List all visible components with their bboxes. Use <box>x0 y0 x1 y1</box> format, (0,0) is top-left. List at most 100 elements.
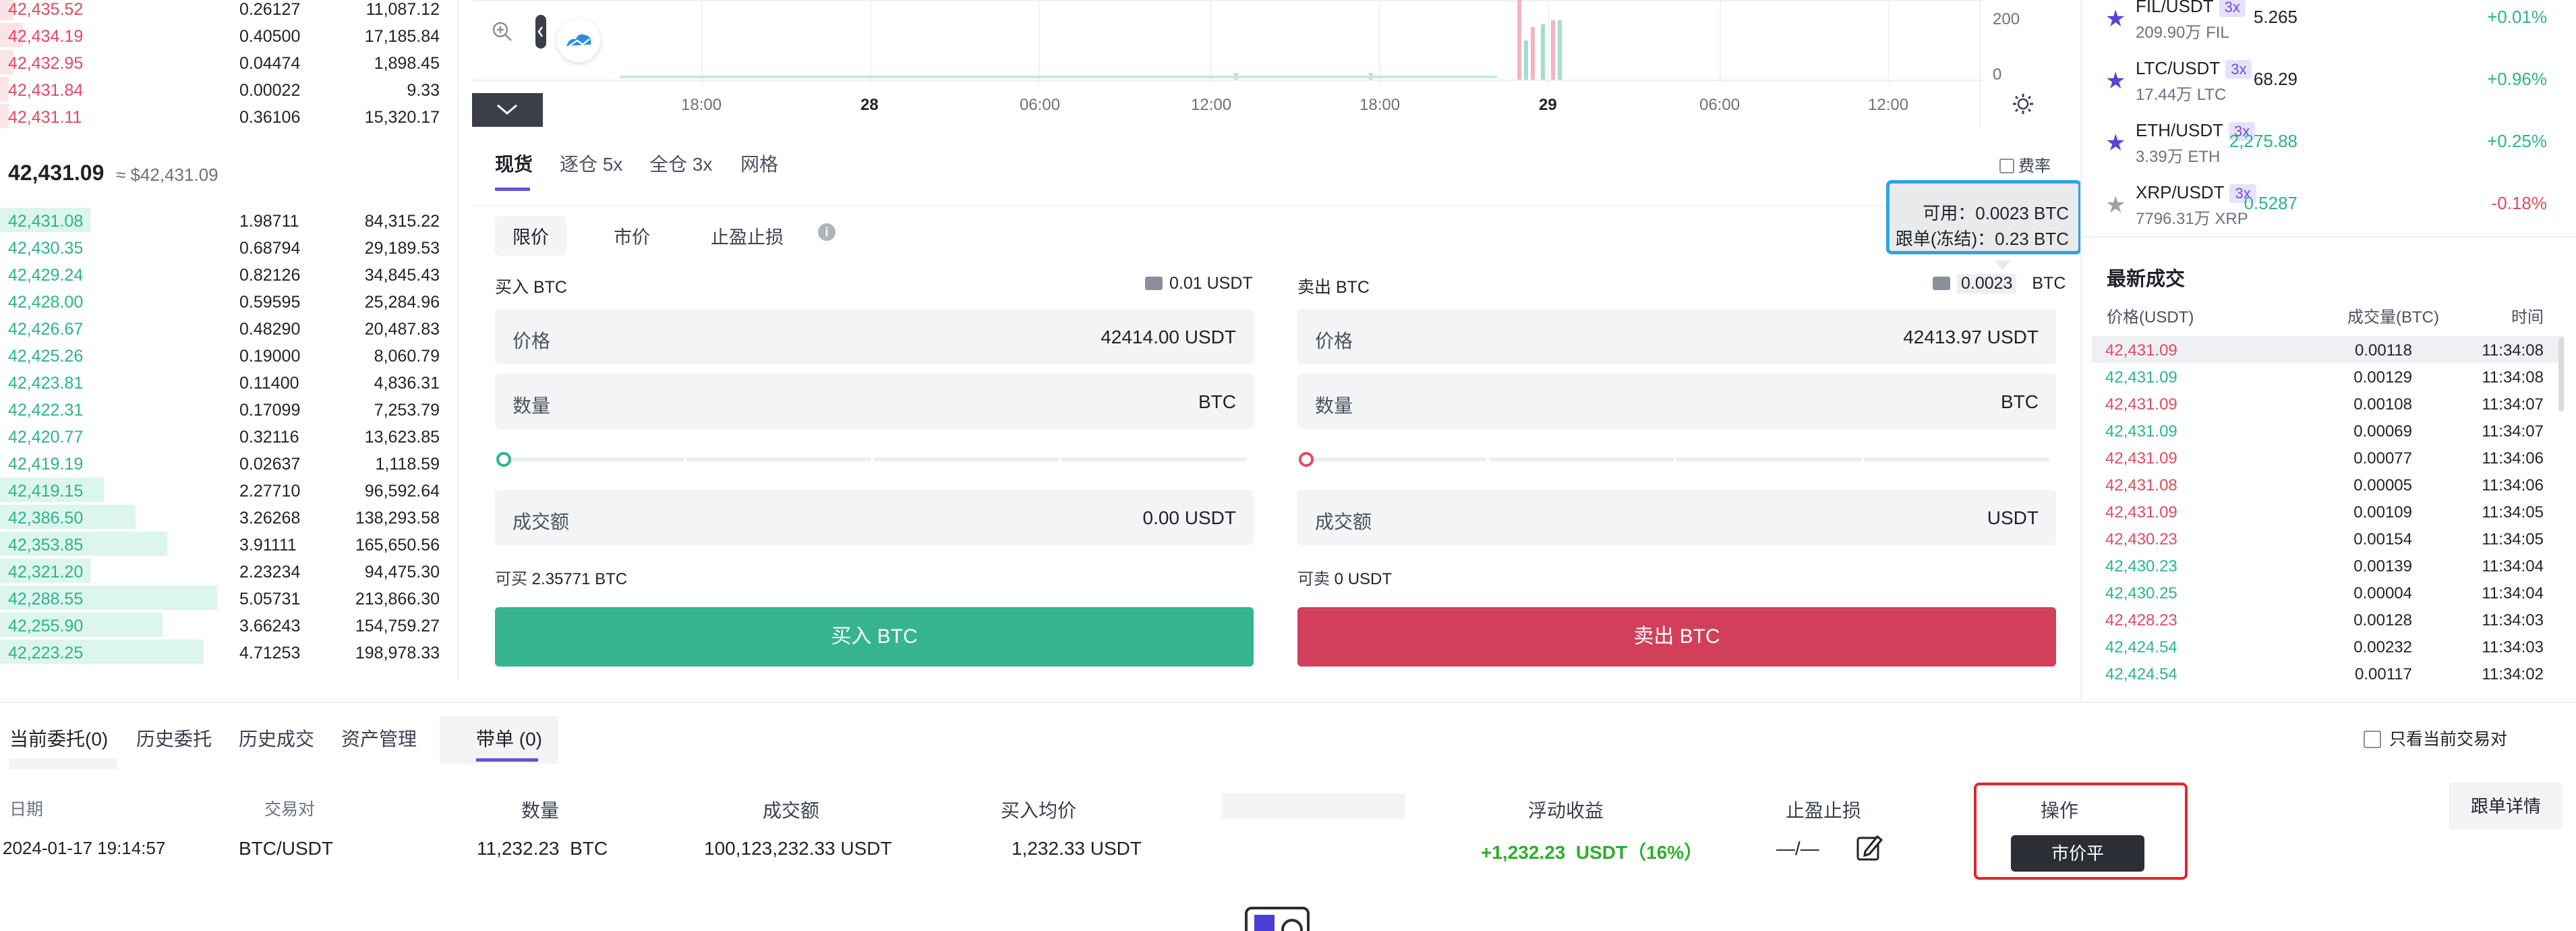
buy-qty-unit: BTC <box>1198 391 1236 412</box>
app-logo-icon <box>1245 907 1312 931</box>
x-tick: 06:00 <box>1699 96 1740 114</box>
order-type-limit[interactable]: 限价 <box>495 216 566 256</box>
collapse-handle-icon[interactable] <box>535 15 546 49</box>
only-current-pair-filter[interactable]: 只看当前交易对 <box>2364 726 2507 750</box>
sell-price-field[interactable]: 价格 42413.97 USDT <box>1297 309 2056 364</box>
tab-asset-management[interactable]: 资产管理 <box>341 725 417 752</box>
settings-icon[interactable] <box>2011 92 2035 116</box>
bid-row[interactable]: 42,423.81 0.11400 4,836.31 <box>0 368 452 395</box>
star-icon[interactable]: ★ <box>2105 192 2126 219</box>
bid-row[interactable]: 42,425.26 0.19000 8,060.79 <box>0 341 452 368</box>
sell-price-input[interactable]: 42413.97 <box>1903 327 1982 348</box>
tab-order-history[interactable]: 历史委托 <box>136 725 212 752</box>
market-close-button[interactable]: 市价平 <box>2011 835 2144 872</box>
bid-row[interactable]: 42,431.08 1.98711 84,315.22 <box>0 206 452 233</box>
bid-price: 42,426.67 <box>8 320 84 339</box>
market-row[interactable]: ★ FIL/USDT 3x 209.90万 FIL 5.265 +0.01% <box>2082 0 2567 57</box>
header-amount: 成交额 <box>763 800 820 821</box>
tooltip-available: 可用：0.0023 BTC <box>1923 203 2069 223</box>
buy-amount-field[interactable]: 成交额 0.00 USDT <box>495 490 1254 545</box>
zoom-icon[interactable] <box>491 20 514 43</box>
bid-total: 25,284.96 <box>364 293 440 312</box>
bid-row[interactable]: 42,419.15 2.27710 96,592.64 <box>0 476 452 503</box>
tradingview-logo-icon[interactable] <box>557 19 600 62</box>
tab-current-orders[interactable]: 当前委托(0) <box>9 725 108 752</box>
copy-detail-button[interactable]: 跟单详情 <box>2449 783 2563 830</box>
trade-qty: 0.00128 <box>2353 611 2412 629</box>
ask-row[interactable]: 42,435.52 0.26127 11,087.12 <box>0 0 452 22</box>
x-tick: 12:00 <box>1191 96 1232 114</box>
buy-price-input[interactable]: 42414.00 <box>1101 327 1179 348</box>
buy-amount-input[interactable]: 0.00 <box>1143 507 1180 529</box>
tab-spot[interactable]: 现货 <box>495 150 533 177</box>
bid-row[interactable]: 42,429.24 0.82126 34,845.43 <box>0 260 452 287</box>
sell-amount-slider[interactable] <box>1299 452 2049 467</box>
order-type-market[interactable]: 市价 <box>614 223 650 249</box>
sell-price-unit: USDT <box>1987 327 2039 347</box>
expand-chart-button[interactable] <box>472 93 543 127</box>
tab-trade-history[interactable]: 历史成交 <box>239 725 314 752</box>
ask-row[interactable]: 42,431.11 0.36106 15,320.17 <box>0 103 452 130</box>
bid-row[interactable]: 42,288.55 5.05731 213,866.30 <box>0 584 452 611</box>
checkbox-icon[interactable] <box>2364 731 2381 748</box>
wallet-icon <box>1145 277 1163 290</box>
bid-row[interactable]: 42,353.85 3.91111 165,650.56 <box>0 530 452 557</box>
star-filled-icon[interactable]: ★ <box>2105 130 2126 157</box>
bid-row[interactable]: 42,420.77 0.32116 13,623.85 <box>0 422 452 449</box>
ask-row[interactable]: 42,432.95 0.04474 1,898.45 <box>0 49 452 76</box>
bid-price: 42,419.19 <box>8 455 84 474</box>
buy-amount-slider[interactable] <box>496 452 1247 467</box>
tab-copy-trading[interactable]: 带单 (0) <box>476 725 542 752</box>
bid-row[interactable]: 42,223.25 4.71253 198,978.33 <box>0 638 452 665</box>
ask-row[interactable]: 42,434.19 0.40500 17,185.84 <box>0 22 452 49</box>
bid-qty: 2.23234 <box>239 563 301 582</box>
bid-price: 42,430.35 <box>8 239 84 258</box>
order-type-tpsl[interactable]: 止盈止损 <box>711 223 784 249</box>
bid-row[interactable]: 42,419.19 0.02637 1,118.59 <box>0 449 452 476</box>
bid-row[interactable]: 42,426.67 0.48290 20,487.83 <box>0 314 452 341</box>
info-icon[interactable]: i <box>818 223 836 241</box>
bid-row[interactable]: 42,430.35 0.68794 29,189.53 <box>0 233 452 260</box>
tab-grid[interactable]: 网格 <box>740 150 778 177</box>
buy-slider-handle[interactable] <box>496 452 511 467</box>
sell-qty-field[interactable]: 数量 BTC <box>1297 374 2056 429</box>
trade-row: 42,431.09 0.00129 11:34:08 <box>2092 363 2564 390</box>
star-filled-icon[interactable]: ★ <box>2105 67 2126 94</box>
market-row[interactable]: ★ LTC/USDT 3x 17.44万 LTC 68.29 +0.96% <box>2082 58 2567 119</box>
fee-rate-link[interactable]: 费率 <box>1999 152 2051 176</box>
tab-isolated-margin[interactable]: 逐仓 5x <box>560 150 622 177</box>
sell-slider-handle[interactable] <box>1299 452 1314 467</box>
bid-total: 20,487.83 <box>364 320 440 339</box>
tab-cross-margin[interactable]: 全仓 3x <box>649 150 712 177</box>
trade-time: 11:34:08 <box>2482 341 2544 360</box>
sell-button[interactable]: 卖出 BTC <box>1297 607 2056 667</box>
ask-qty: 0.26127 <box>239 0 301 19</box>
trade-price: 42,431.09 <box>2105 422 2177 441</box>
scrollbar[interactable] <box>2558 337 2564 412</box>
bid-qty: 3.66243 <box>239 617 301 636</box>
bid-qty: 0.59595 <box>239 293 301 312</box>
bid-row[interactable]: 42,255.90 3.66243 154,759.27 <box>0 611 452 638</box>
edit-icon[interactable] <box>1856 833 1883 862</box>
market-row[interactable]: ★ ETH/USDT 3x 3.39万 ETH 2,275.88 +0.25% <box>2082 120 2567 181</box>
sell-amount-field[interactable]: 成交额 USDT <box>1297 490 2056 545</box>
bid-row[interactable]: 42,422.31 0.17099 7,253.79 <box>0 395 452 422</box>
bid-row[interactable]: 42,386.50 3.26268 138,293.58 <box>0 503 452 530</box>
only-current-pair-label: 只看当前交易对 <box>2389 730 2508 749</box>
trade-qty: 0.00108 <box>2353 395 2412 414</box>
market-row[interactable]: ★ XRP/USDT 3x 7796.31万 XRP 0.5287 -0.18% <box>2082 182 2567 243</box>
ask-row[interactable]: 42,431.84 0.00022 9.33 <box>0 76 452 103</box>
trade-row: 42,428.23 0.00128 11:34:03 <box>2092 606 2564 633</box>
buy-price-field[interactable]: 价格 42414.00 USDT <box>495 309 1254 364</box>
buy-button[interactable]: 买入 BTC <box>495 607 1254 667</box>
order-avg-price: 1,232.33 USDT <box>1012 838 1142 859</box>
buy-qty-field[interactable]: 数量 BTC <box>495 374 1254 429</box>
bid-row[interactable]: 42,428.00 0.59595 25,284.96 <box>0 287 452 314</box>
bid-row[interactable]: 42,321.20 2.23234 94,475.30 <box>0 557 452 584</box>
star-filled-icon[interactable]: ★ <box>2105 5 2126 32</box>
price-chart[interactable]: 200 0 18:00 28 06:00 12:00 18:00 29 06:0… <box>472 0 2070 128</box>
trade-row: 42,431.08 0.00005 11:34:06 <box>2092 471 2564 498</box>
bid-total: 4,836.31 <box>374 374 440 393</box>
market-price: 68.29 <box>2253 69 2297 89</box>
trade-qty: 0.00109 <box>2353 503 2412 521</box>
